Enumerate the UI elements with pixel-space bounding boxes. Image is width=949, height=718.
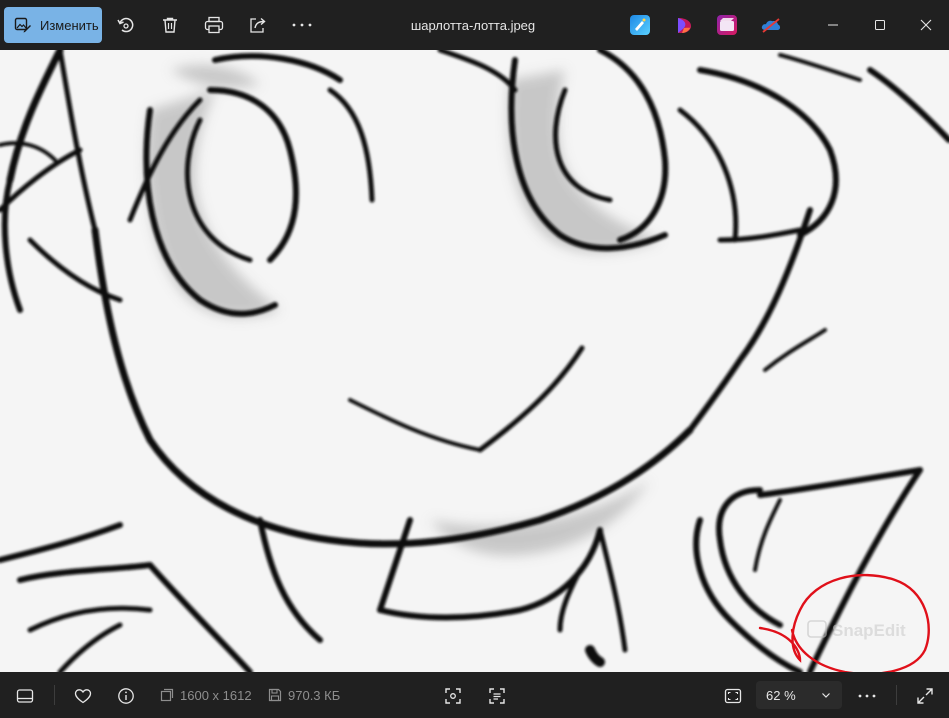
close-button[interactable] (913, 12, 939, 38)
delete-button[interactable] (157, 12, 183, 38)
file-size-info: 970.3 КБ (268, 672, 340, 718)
watermark-text: SnapEdit (832, 621, 906, 640)
chevron-down-icon (822, 693, 830, 698)
text-recognition-icon (489, 688, 505, 704)
info-button[interactable] (115, 685, 137, 707)
maximize-button[interactable] (867, 12, 893, 38)
rotate-button[interactable] (113, 12, 139, 38)
maximize-icon (875, 20, 885, 30)
video-editor-button[interactable] (717, 15, 737, 35)
more-icon (292, 23, 312, 27)
print-button[interactable] (201, 12, 227, 38)
resolution-info: 1600 x 1612 (160, 672, 252, 718)
info-icon (118, 688, 134, 704)
file-size-text: 970.3 КБ (288, 687, 341, 703)
minimize-icon (828, 24, 838, 26)
filmstrip-button[interactable] (14, 685, 36, 707)
fit-to-window-icon (724, 688, 742, 704)
onedrive-button[interactable] (760, 15, 781, 35)
more-options-button-bottom[interactable] (856, 685, 878, 707)
designer-icon (678, 18, 691, 33)
fullscreen-icon (917, 688, 933, 704)
clipchamp-icon (635, 18, 646, 31)
photo-line-art: SnapEdit (0, 50, 949, 672)
resolution-text: 1600 x 1612 (180, 687, 252, 703)
video-editor-icon (720, 18, 734, 31)
save-size-icon (268, 688, 282, 702)
bottom-status-bar: 1600 x 1612 970.3 КБ 62 % (0, 672, 949, 718)
share-icon (250, 17, 266, 33)
clipchamp-button[interactable] (630, 15, 650, 35)
fit-to-window-button[interactable] (722, 685, 744, 707)
edit-button-label: Изменить (40, 17, 99, 33)
visual-search-button[interactable] (442, 685, 464, 707)
fullscreen-button[interactable] (914, 685, 936, 707)
minimize-button[interactable] (820, 12, 846, 38)
favorite-heart-icon (74, 689, 92, 704)
filmstrip-icon (16, 689, 34, 703)
favorite-button[interactable] (72, 685, 94, 707)
onedrive-icon (761, 18, 781, 33)
separator (54, 685, 55, 705)
top-toolbar: Изменить шарлотта-лотта.jpeg (0, 0, 949, 50)
designer-button[interactable] (674, 15, 694, 35)
rotate-icon (117, 17, 134, 33)
edit-button[interactable]: Изменить (4, 7, 102, 43)
print-icon (204, 16, 224, 34)
share-button[interactable] (245, 12, 271, 38)
resolution-icon (160, 688, 174, 702)
edit-image-icon (14, 17, 31, 33)
scan-icon (445, 688, 461, 704)
delete-icon (163, 17, 177, 33)
zoom-level-dropdown[interactable]: 62 % (756, 681, 842, 709)
file-name: шарлотта-лотта.jpeg (410, 17, 536, 33)
more-options-button[interactable] (289, 12, 315, 38)
more-icon (858, 694, 876, 698)
zoom-level-value: 62 % (766, 687, 796, 703)
separator (896, 685, 897, 705)
image-canvas[interactable]: SnapEdit (0, 50, 949, 672)
text-recognition-button[interactable] (486, 685, 508, 707)
window-title-bar: шарлотта-лотта.jpeg (0, 0, 949, 50)
close-icon (920, 19, 932, 31)
